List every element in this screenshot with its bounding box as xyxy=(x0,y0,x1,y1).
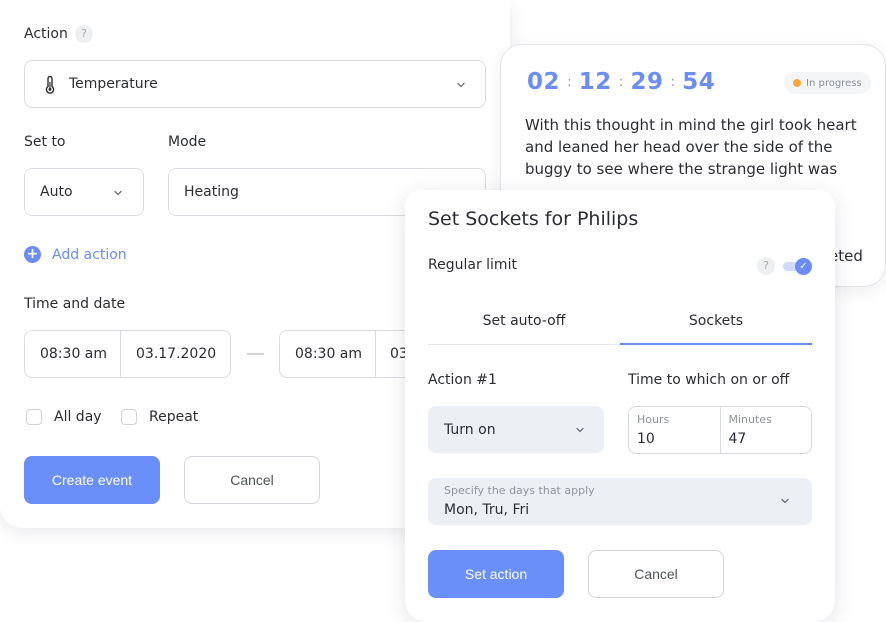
plus-circle-icon: + xyxy=(24,246,41,263)
range-dash xyxy=(247,353,264,355)
set-to-select[interactable]: Auto xyxy=(24,168,144,216)
minutes-label: Minutes xyxy=(728,413,772,426)
timer-description: With this thought in mind the girl took … xyxy=(525,116,857,178)
status-dot-icon xyxy=(793,79,801,87)
regular-limit-label: Regular limit xyxy=(428,257,517,273)
action-value: Turn on xyxy=(444,421,496,438)
action-select[interactable]: Temperature xyxy=(24,60,486,108)
check-icon: ✓ xyxy=(795,258,812,275)
chevron-down-icon xyxy=(779,495,791,507)
timer-separator: : xyxy=(567,74,572,90)
time-date-label: Time and date xyxy=(24,296,126,312)
start-date-input[interactable]: 03.17.2020 xyxy=(120,331,230,377)
help-icon[interactable]: ? xyxy=(75,25,93,43)
time-label: Time to which on or off xyxy=(628,372,790,388)
hours-input[interactable]: Hours 10 xyxy=(629,407,720,453)
chevron-down-icon xyxy=(112,187,124,199)
repeat-checkbox[interactable]: Repeat xyxy=(121,409,198,425)
minutes-value: 47 xyxy=(728,431,747,447)
timer-minutes: 12 xyxy=(578,69,612,95)
action-label: Action xyxy=(24,26,68,42)
repeat-label: Repeat xyxy=(149,409,199,425)
timer-separator: : xyxy=(670,74,676,90)
checkbox-box[interactable] xyxy=(121,409,137,425)
tab-bar: Set auto-off Sockets xyxy=(428,298,812,345)
set-to-value: Auto xyxy=(40,184,73,200)
chevron-down-icon xyxy=(455,79,467,91)
action-number-label: Action #1 xyxy=(428,372,497,388)
days-value: Mon, Tru, Fri xyxy=(444,502,530,518)
status-badge: In progress xyxy=(784,72,871,94)
minutes-input[interactable]: Minutes 47 xyxy=(719,407,812,453)
countdown-timer: 02 : 12 : 29 : 54 xyxy=(527,69,715,95)
sockets-dialog: Set Sockets for Philips Regular limit ? … xyxy=(405,190,835,622)
cancel-button[interactable]: Cancel xyxy=(184,456,320,504)
mode-label: Mode xyxy=(168,134,207,150)
set-to-label: Set to xyxy=(24,134,66,150)
regular-limit-toggle[interactable]: ✓ xyxy=(783,258,813,275)
start-time-input[interactable]: 08:30 am xyxy=(25,331,120,377)
chevron-down-icon xyxy=(574,424,586,436)
dialog-title: Set Sockets for Philips xyxy=(428,208,639,230)
all-day-label: All day xyxy=(54,409,102,425)
hours-value: 10 xyxy=(637,431,655,447)
timer-seconds: 29 xyxy=(630,69,664,95)
timer-hours: 02 xyxy=(527,69,561,95)
action-select-value: Temperature xyxy=(69,76,158,92)
checkbox-box[interactable] xyxy=(26,409,42,425)
all-day-checkbox[interactable]: All day xyxy=(26,409,102,425)
add-action-label: Add action xyxy=(52,246,127,263)
timer-separator: : xyxy=(618,74,624,90)
add-action-button[interactable]: + Add action xyxy=(24,246,127,263)
set-action-button[interactable]: Set action xyxy=(428,550,564,598)
end-time-input[interactable]: 08:30 am xyxy=(280,331,375,377)
status-label: In progress xyxy=(806,77,862,89)
hours-label: Hours xyxy=(637,413,670,426)
create-event-button[interactable]: Create event xyxy=(24,456,160,504)
cancel-button[interactable]: Cancel xyxy=(588,550,724,598)
start-datetime: 08:30 am 03.17.2020 xyxy=(24,330,231,378)
tab-sockets[interactable]: Sockets xyxy=(620,298,812,345)
thermometer-icon xyxy=(44,75,56,94)
action-select[interactable]: Turn on xyxy=(428,406,604,453)
days-select[interactable]: Specify the days that apply Mon, Tru, Fr… xyxy=(428,478,812,525)
tab-set-auto-off[interactable]: Set auto-off xyxy=(428,298,620,344)
days-label: Specify the days that apply xyxy=(444,484,595,497)
timer-frames: 54 xyxy=(682,69,716,95)
mode-value: Heating xyxy=(184,184,239,200)
help-icon[interactable]: ? xyxy=(757,257,775,275)
time-input-group: Hours 10 Minutes 47 xyxy=(628,406,812,454)
